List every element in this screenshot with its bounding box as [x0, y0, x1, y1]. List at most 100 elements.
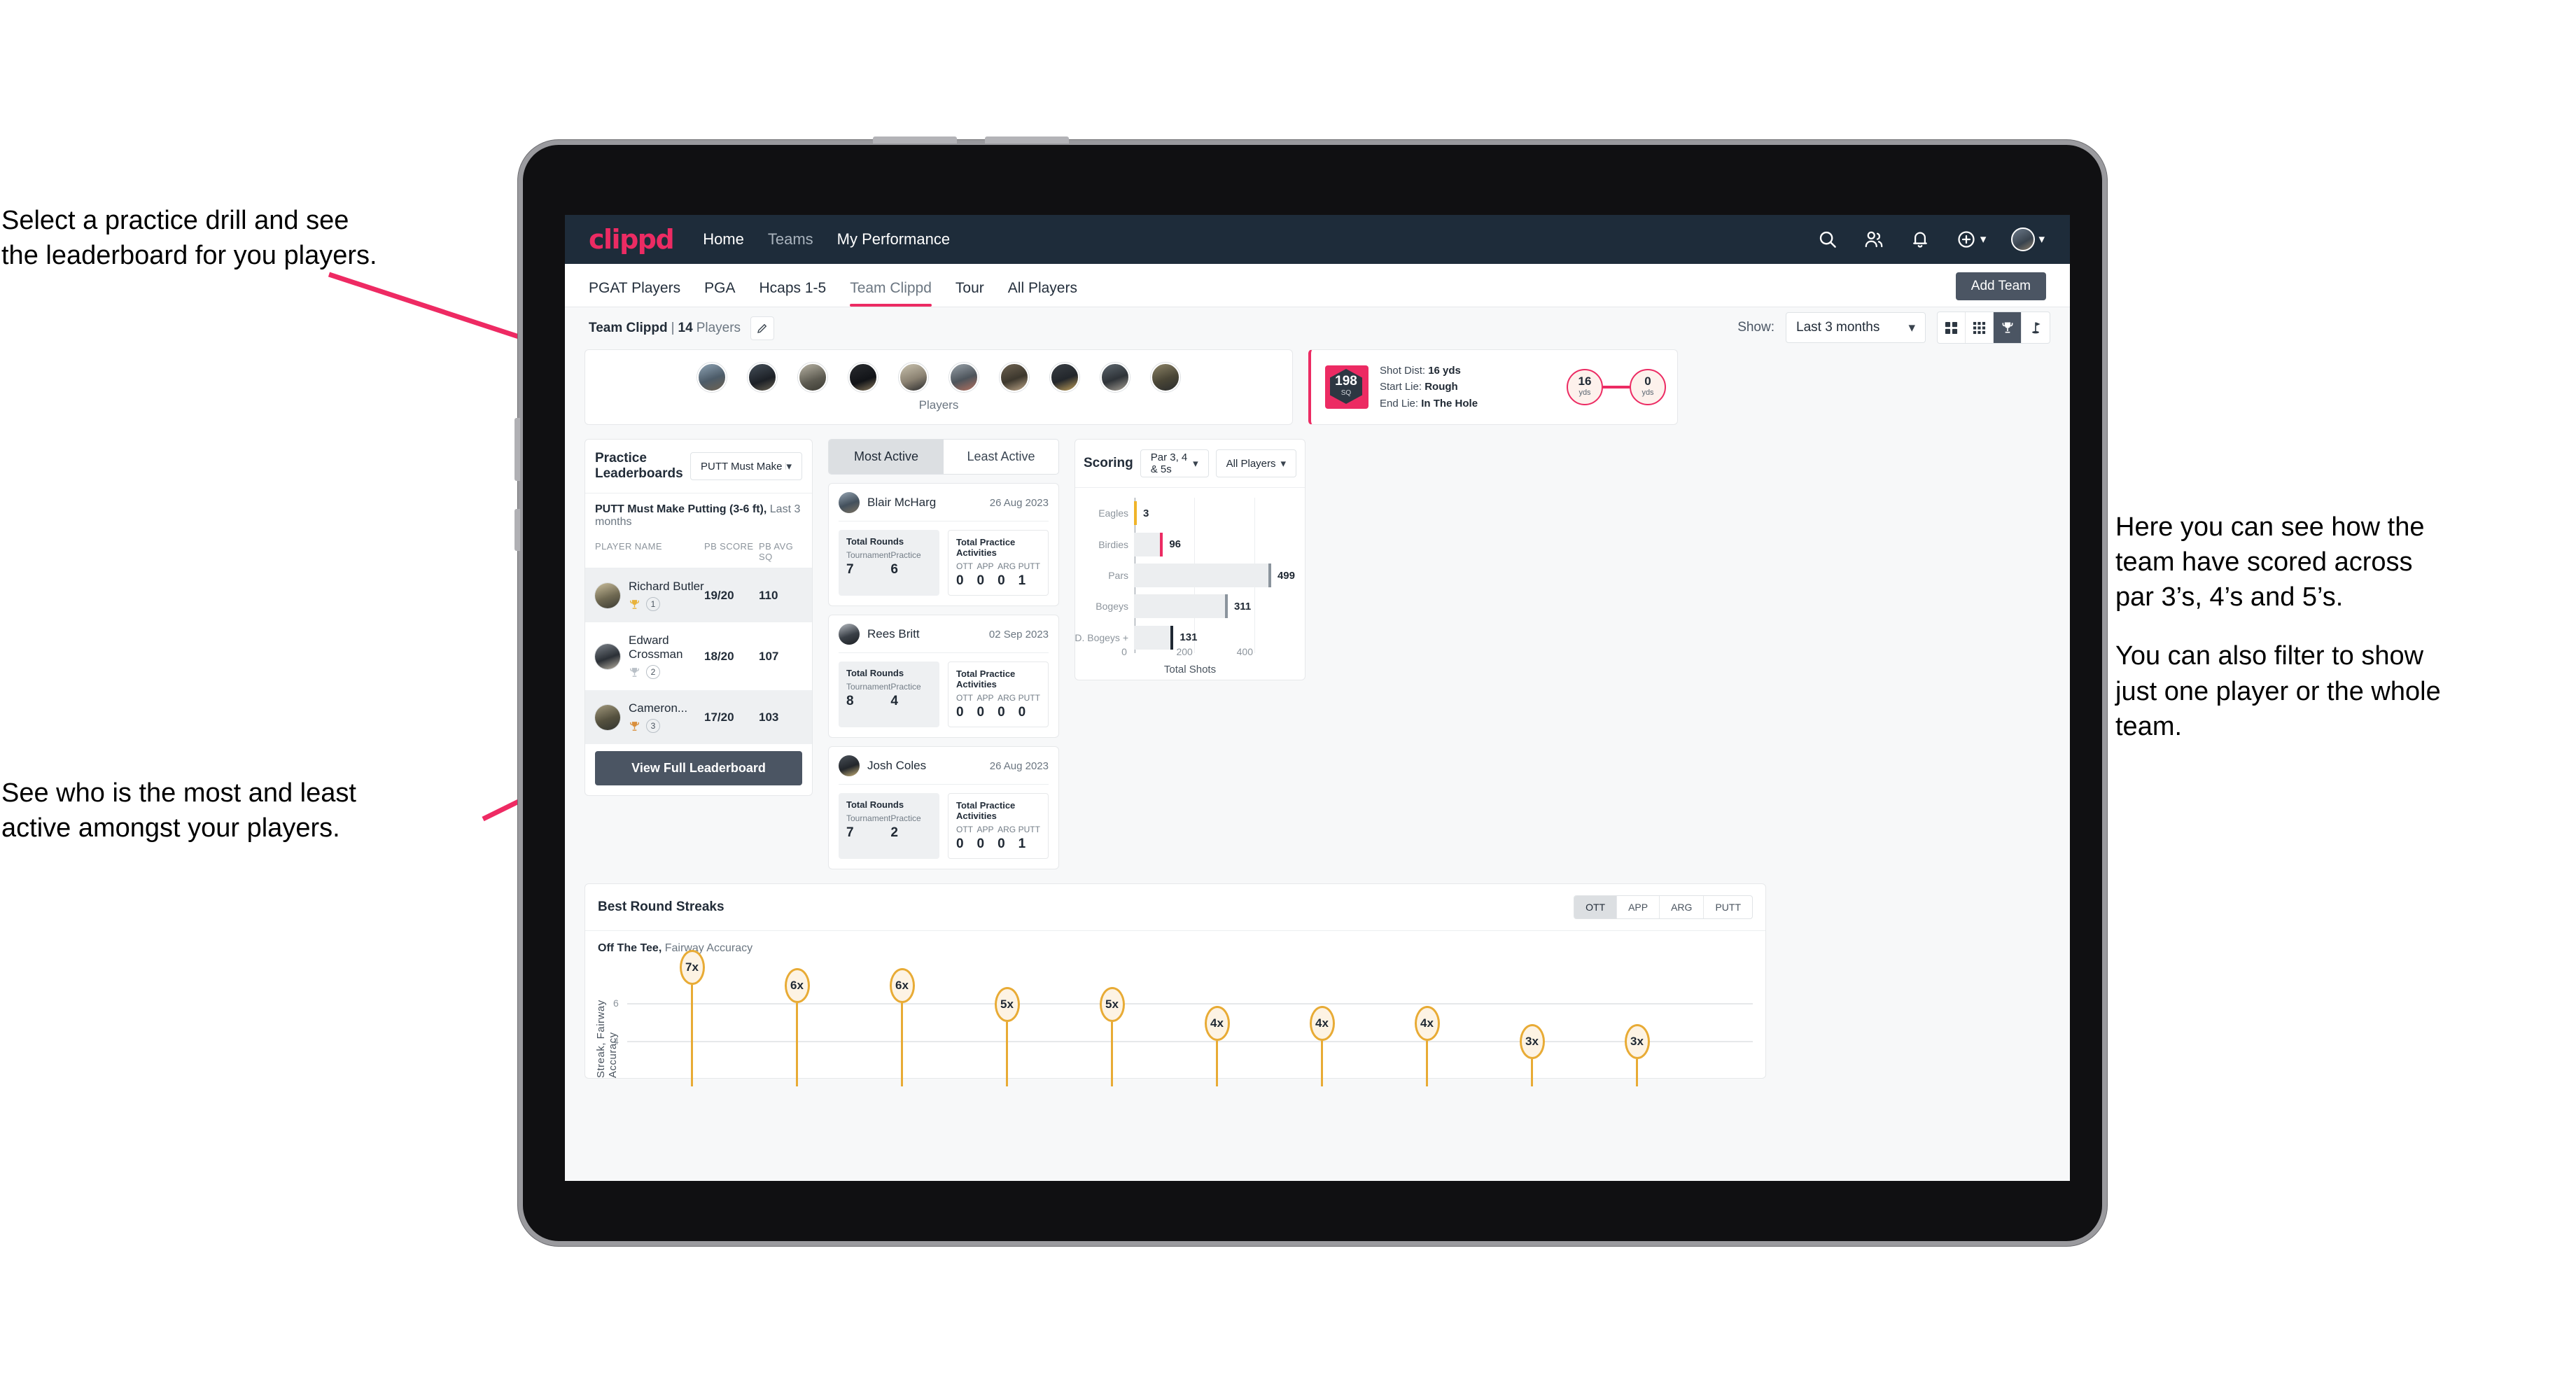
people-icon[interactable] [1863, 229, 1884, 250]
table-row[interactable]: Edward Crossman 2 18/20 107 [585, 622, 812, 690]
plus-circle-icon[interactable] [1956, 229, 1977, 250]
streaks-header: Best Round Streaks OTT APP ARG PUTT [585, 884, 1765, 931]
trophy-icon[interactable] [1994, 312, 2022, 343]
nav-link-home[interactable]: Home [703, 230, 744, 248]
tab-app[interactable]: APP [1617, 896, 1660, 918]
activity-card[interactable]: Blair McHarg 26 Aug 2023 Total Rounds To… [828, 483, 1059, 606]
streak-bubble[interactable]: 4x [1414, 1005, 1440, 1041]
tab-all-players[interactable]: All Players [1008, 280, 1090, 307]
pb-avg-value: 103 [759, 710, 779, 724]
tab-arg[interactable]: ARG [1660, 896, 1704, 918]
add-team-button[interactable]: Add Team [1955, 272, 2046, 300]
players-select[interactable]: All Players ▾ [1215, 449, 1296, 477]
avatar[interactable] [748, 362, 777, 392]
drill-select[interactable]: PUTT Must Make Putting ... ▾ [690, 452, 802, 480]
player-name: Richard Butler [629, 580, 704, 593]
shot-dist-line: Shot Dist: 16 yds [1380, 363, 1478, 379]
streak-bubble[interactable]: 4x [1309, 1005, 1335, 1041]
period-select[interactable]: Last 3 months ▾ [1786, 312, 1926, 343]
column-pb-score: PB SCORE [704, 541, 754, 552]
volume-button-up[interactable] [873, 136, 957, 144]
shot-details: Shot Dist: 16 yds Start Lie: Rough End L… [1380, 363, 1478, 412]
avatar[interactable] [848, 362, 878, 392]
rank-badge: 1 [646, 597, 660, 611]
clippd-logo[interactable]: clippd [589, 224, 675, 255]
table-row[interactable]: Richard Butler 1 19/20 110 [585, 568, 812, 622]
avatar[interactable] [949, 362, 979, 392]
streak-stem [1006, 1022, 1008, 1086]
add-menu[interactable]: ▾ [1956, 229, 1987, 250]
nav-link-teams[interactable]: Teams [768, 230, 813, 248]
tab-most-active[interactable]: Most Active [829, 440, 944, 474]
nav-link-my-performance[interactable]: My Performance [837, 230, 950, 248]
rank-group: 2 [629, 665, 704, 679]
avatar[interactable] [1000, 362, 1029, 392]
period-select-value: Last 3 months [1796, 320, 1880, 335]
view-toggle-group [1937, 312, 2050, 344]
screenshot-stage: Select a practice drill and see the lead… [0, 0, 2576, 1386]
activity-card[interactable]: Rees Britt 02 Sep 2023 Total Rounds Tour… [828, 615, 1059, 738]
volume-button-down[interactable] [985, 136, 1069, 144]
shot-quality-value: 198 [1335, 374, 1357, 388]
activity-card-header: Rees Britt 02 Sep 2023 [839, 624, 1049, 653]
edit-team-button[interactable] [750, 316, 775, 340]
bell-icon[interactable] [1910, 229, 1931, 250]
grid-large-icon[interactable] [1938, 312, 1966, 343]
bar-value-label: 3 [1143, 507, 1149, 519]
profile-menu[interactable]: ▾ [2011, 227, 2045, 251]
power-button[interactable] [514, 418, 520, 481]
shot-quality-badge: 198 SQ [1325, 365, 1368, 409]
bar-row: Birdies 96 [1098, 532, 1295, 556]
avatar[interactable] [697, 362, 727, 392]
streak-stem [1216, 1040, 1218, 1086]
tab-least-active[interactable]: Least Active [944, 440, 1058, 474]
streak-bubble[interactable]: 4x [1204, 1005, 1230, 1041]
tab-pgat-players[interactable]: PGAT Players [589, 280, 693, 307]
start-distance-bubble: 16 yds [1567, 369, 1603, 405]
avatar[interactable] [798, 362, 827, 392]
avatar[interactable] [899, 362, 928, 392]
tab-pga[interactable]: PGA [704, 280, 748, 307]
flag-icon[interactable] [2022, 312, 2050, 343]
avatar [595, 582, 620, 608]
tab-team-clippd[interactable]: Team Clippd [850, 280, 944, 307]
chevron-down-icon: ▾ [1980, 232, 1987, 246]
par-select[interactable]: Par 3, 4 & 5s ▾ [1140, 449, 1209, 477]
bar-value-label: 311 [1233, 600, 1252, 612]
streak-bubble[interactable]: 3x [1624, 1024, 1650, 1060]
tab-putt[interactable]: PUTT [1704, 896, 1752, 918]
avatar[interactable] [1151, 362, 1180, 392]
table-row[interactable]: Cameron... 3 17/20 103 [585, 690, 812, 744]
tab-hcaps-1-5[interactable]: Hcaps 1-5 [759, 280, 839, 307]
tournament-key: Tournament [846, 813, 891, 823]
view-full-leaderboard-button[interactable]: View Full Leaderboard [595, 751, 802, 785]
avatar[interactable] [2011, 227, 2036, 251]
search-icon[interactable] [1817, 229, 1838, 250]
tab-ott[interactable]: OTT [1574, 896, 1618, 918]
streak-bubble[interactable]: 5x [1099, 987, 1125, 1022]
grid-small-icon[interactable] [1966, 312, 1994, 343]
leaderboard-player: Edward Crossman 2 [629, 634, 704, 679]
tab-tour[interactable]: Tour [955, 280, 997, 307]
putt-key: PUTT [1018, 693, 1040, 703]
avatar [839, 492, 860, 513]
end-lie-line: End Lie: In The Hole [1380, 396, 1478, 412]
activity-tabs: Most Active Least Active [828, 439, 1059, 475]
side-button-a[interactable] [514, 509, 520, 551]
streak-bubble[interactable]: 3x [1519, 1024, 1545, 1060]
streak-bubble[interactable]: 7x [679, 949, 705, 985]
putt-key: PUTT [1018, 825, 1040, 834]
streak-bubble[interactable]: 5x [994, 987, 1020, 1022]
bar [1134, 564, 1271, 587]
activity-card[interactable]: Josh Coles 26 Aug 2023 Total Rounds Tour… [828, 746, 1059, 869]
streak-stem [1426, 1040, 1428, 1086]
streak-bubble[interactable]: 6x [784, 968, 810, 1004]
bar-category-label: Pars [1108, 570, 1128, 581]
avatar[interactable] [1050, 362, 1079, 392]
practice-value: 6 [890, 562, 898, 577]
bar [1134, 594, 1228, 619]
rank-group: 3 [629, 719, 704, 733]
player-avatars [697, 362, 1180, 392]
avatar[interactable] [1100, 362, 1130, 392]
streak-bubble[interactable]: 6x [889, 968, 915, 1004]
